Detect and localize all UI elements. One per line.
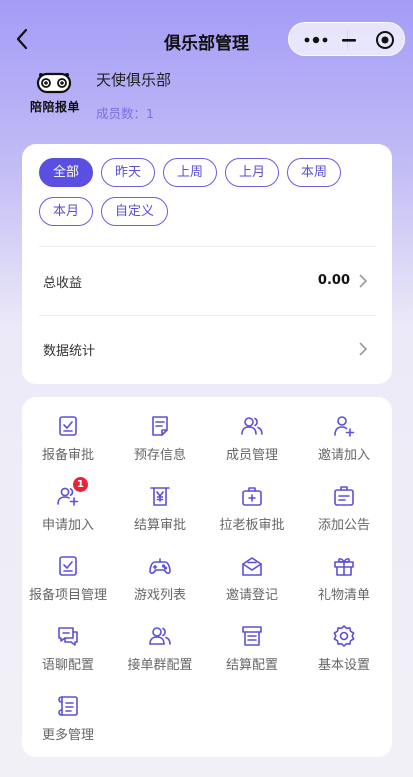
club-logo-text: 陪陪报单 [29,100,80,114]
archive-icon [240,624,264,648]
clipboard-list-icon [56,554,80,578]
menu-item-label: 申请加入 [41,518,94,533]
menu-item-add-announcement[interactable]: 添加公告 [298,484,390,546]
menu-item-invite-join[interactable]: 邀请加入 [298,414,390,476]
medical-kit-icon [240,484,264,508]
menu-item-label: 更多管理 [41,728,94,743]
menu-item-voice-chat-config[interactable]: 语聊配置 [22,624,114,686]
menu-item-basic-settings[interactable]: 基本设置 [298,624,390,686]
clipboard-check-icon [56,414,80,438]
menu-item-boss-approval[interactable]: 拉老板审批 [206,484,298,546]
menu-item-label: 结算审批 [133,518,186,533]
revenue-value: 0.00 [317,273,350,288]
scroll-icon [56,694,80,718]
user-plus-icon [332,414,356,438]
menu-item-game-list[interactable]: 游戏列表 [114,554,206,616]
filter-chip-last-month[interactable]: 上月 [225,158,279,187]
menu-item-prepaid-info[interactable]: 预存信息 [114,414,206,476]
mini-program-capsule [288,22,405,56]
club-name: 天使俱乐部 [96,71,172,89]
menu-item-member-management[interactable]: 成员管理 [206,414,298,476]
revenue-row[interactable]: 总收益 0.00 [22,247,392,315]
announcement-icon [332,484,356,508]
envelope-icon [240,554,264,578]
filter-chip-last-week[interactable]: 上周 [163,158,217,187]
menu-item-label: 语聊配置 [41,658,94,673]
gift-icon [332,554,356,578]
filter-chip-this-week[interactable]: 本周 [287,158,341,187]
menu-grid-card: 报备审批 预存信息 成员管理 邀请加入 1 申请加入 结算审批 拉老板审批 添加… [22,397,392,757]
club-logo: 陪陪报单 [26,68,84,118]
menu-item-label: 邀请登记 [225,588,278,603]
menu-item-apply-join[interactable]: 1 申请加入 [22,477,114,546]
revenue-label: 总收益 [43,276,83,291]
more-dots-icon[interactable] [303,33,331,47]
menu-item-label: 结算配置 [225,658,278,673]
notification-badge: 1 [73,477,88,492]
menu-item-label: 报备项目管理 [28,588,107,603]
filter-chip-all[interactable]: 全部 [39,158,93,187]
menu-item-label: 成员管理 [225,448,278,463]
revenue-card: 全部 昨天 上周 上月 本周 本月 自定义 总收益 0.00 数据统计 [22,144,392,384]
menu-item-more-management[interactable]: 更多管理 [22,694,114,756]
filter-chip-this-month[interactable]: 本月 [39,197,93,226]
menu-item-label: 添加公告 [317,518,370,533]
filter-chip-yesterday[interactable]: 昨天 [101,158,155,187]
menu-item-label: 礼物清单 [317,588,370,603]
document-icon [148,414,172,438]
gamepad-icon [148,554,172,578]
minimize-icon[interactable] [339,31,359,49]
receipt-yen-icon [148,484,172,508]
menu-item-report-project-management[interactable]: 报备项目管理 [22,554,114,616]
gear-icon [332,624,356,648]
group-icon [148,624,172,648]
users-icon [240,414,264,438]
menu-item-label: 拉老板审批 [219,518,285,533]
menu-item-label: 基本设置 [317,658,370,673]
menu-item-label: 预存信息 [133,448,186,463]
menu-item-gift-list[interactable]: 礼物清单 [298,554,390,616]
stats-label: 数据统计 [43,344,96,359]
menu-item-settlement-config[interactable]: 结算配置 [206,624,298,686]
stats-row[interactable]: 数据统计 [22,316,392,382]
menu-item-label: 接单群配置 [127,658,193,673]
filter-chip-custom[interactable]: 自定义 [101,197,168,226]
chevron-right-icon [358,341,368,357]
chevron-right-icon [358,273,368,289]
close-target-icon[interactable] [375,30,395,50]
menu-item-label: 邀请加入 [317,448,370,463]
menu-item-invite-registration[interactable]: 邀请登记 [206,554,298,616]
menu-item-settlement-approval[interactable]: 结算审批 [114,484,206,546]
menu-item-label: 报备审批 [41,448,94,463]
menu-item-order-group-config[interactable]: 接单群配置 [114,624,206,686]
menu-item-label: 游戏列表 [133,588,186,603]
chat-icon [56,624,80,648]
member-count: 成员数：1 [96,106,154,121]
menu-item-report-approval[interactable]: 报备审批 [22,414,114,476]
